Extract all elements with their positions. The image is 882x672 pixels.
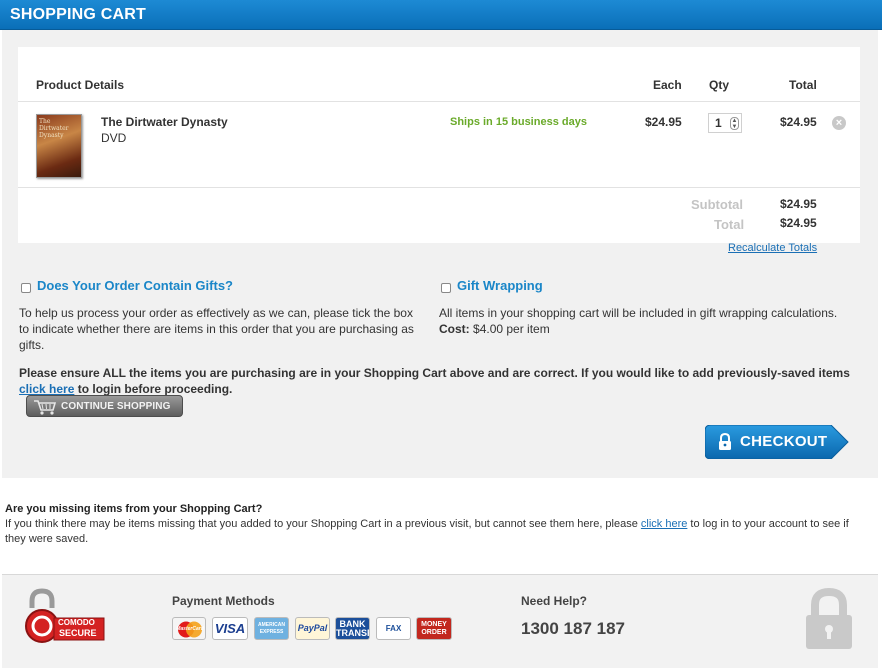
amex-icon: AMERICAN EXPRESS bbox=[254, 617, 289, 640]
paypal-icon: PayPal bbox=[295, 617, 330, 640]
gift-wrapping-text: All items in your shopping cart will be … bbox=[439, 306, 838, 320]
padlock-icon bbox=[719, 433, 731, 450]
missing-text: If you think there may be items missing … bbox=[5, 518, 641, 530]
header-qty: Qty bbox=[709, 78, 730, 92]
notice-text: Please ensure ALL the items you are purc… bbox=[19, 366, 850, 380]
seal-text-line1: COMODO bbox=[58, 618, 95, 627]
product-name[interactable]: The Dirtwater Dynasty bbox=[101, 115, 228, 129]
continue-shopping-button[interactable]: CONTINUE SHOPPING bbox=[26, 395, 183, 417]
item-price: $24.95 bbox=[645, 115, 682, 129]
seal-text-line2: SECURE bbox=[59, 628, 97, 638]
shipping-status: Ships in 15 business days bbox=[450, 116, 587, 128]
gift-wrapping-title: Gift Wrapping bbox=[457, 278, 543, 293]
cover-title: The Dirtwater Dynasty bbox=[39, 118, 69, 139]
header-product: Product Details bbox=[36, 78, 125, 92]
remove-item-icon[interactable]: × bbox=[832, 116, 846, 130]
notice-text-end: to login before proceeding. bbox=[74, 382, 233, 396]
quantity-value: 1 bbox=[715, 116, 722, 130]
quantity-input[interactable]: 1 ▲ ▼ bbox=[708, 113, 742, 133]
gift-wrapping-checkbox[interactable] bbox=[441, 283, 451, 293]
cost-value: $4.00 per item bbox=[473, 322, 550, 336]
page-title: SHOPPING CART bbox=[10, 6, 146, 23]
account-login-link[interactable]: click here bbox=[641, 518, 687, 530]
missing-items-text: If you think there may be items missing … bbox=[5, 517, 865, 547]
login-link[interactable]: click here bbox=[19, 382, 74, 396]
header-each: Each bbox=[653, 78, 682, 92]
secure-lock-icon bbox=[806, 588, 852, 649]
subtotal-value: $24.95 bbox=[780, 197, 817, 211]
checkout-button[interactable]: CHECKOUT bbox=[705, 425, 850, 459]
product-thumbnail[interactable]: The Dirtwater Dynasty bbox=[36, 114, 82, 178]
money-order-icon: MONEY ORDER bbox=[416, 617, 452, 640]
divider bbox=[18, 187, 860, 188]
help-phone-number[interactable]: 1300 187 187 bbox=[521, 619, 625, 639]
item-total: $24.95 bbox=[780, 115, 817, 129]
total-value: $24.95 bbox=[780, 216, 817, 230]
page-header: SHOPPING CART bbox=[0, 0, 882, 30]
subtotal-label: Subtotal bbox=[691, 197, 743, 212]
missing-items-title: Are you missing items from your Shopping… bbox=[5, 503, 263, 515]
divider bbox=[18, 101, 860, 102]
visa-icon: VISA bbox=[212, 617, 248, 640]
need-help-title: Need Help? bbox=[521, 594, 588, 608]
comodo-secure-seal[interactable]: COMODO SECURE bbox=[24, 588, 106, 644]
recalculate-totals-link[interactable]: Recalculate Totals bbox=[728, 242, 817, 254]
cart-icon bbox=[34, 400, 57, 415]
gifts-description: To help us process your order as effecti… bbox=[19, 306, 414, 352]
header-total: Total bbox=[789, 78, 817, 92]
gift-wrapping-description: All items in your shopping cart will be … bbox=[439, 305, 859, 337]
mastercard-icon: MasterCard bbox=[172, 617, 206, 640]
gifts-checkbox[interactable] bbox=[21, 283, 31, 293]
gifts-title: Does Your Order Contain Gifts? bbox=[37, 278, 233, 293]
checkout-label: CHECKOUT bbox=[740, 433, 828, 450]
cart-table: Product Details Each Qty Total The Dirtw… bbox=[18, 47, 860, 254]
product-format: DVD bbox=[101, 131, 127, 145]
total-label: Total bbox=[714, 217, 745, 232]
quantity-stepper[interactable]: ▲ ▼ bbox=[730, 117, 739, 130]
fax-icon: FAX bbox=[376, 617, 411, 640]
cost-label: Cost: bbox=[439, 322, 470, 336]
continue-shopping-label: CONTINUE SHOPPING bbox=[61, 401, 171, 412]
bank-transfer-icon: BANK TRANSFER bbox=[335, 617, 370, 640]
cart-notice: Please ensure ALL the items you are purc… bbox=[19, 365, 864, 397]
payment-methods-title: Payment Methods bbox=[172, 594, 275, 608]
